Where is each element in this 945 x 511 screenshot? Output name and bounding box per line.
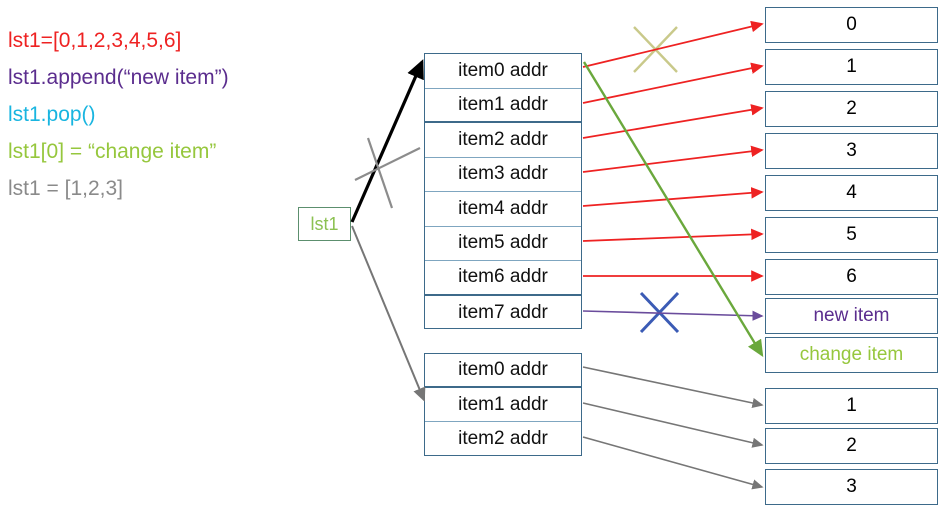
table-row: item0 addr xyxy=(425,354,581,388)
arrow-item5-to-value5 xyxy=(582,228,764,242)
value-box-label: 3 xyxy=(846,140,857,161)
table-row: item4 addr xyxy=(425,192,581,227)
value-box-new-item: new item xyxy=(765,298,938,334)
arrow-item0-to-change-item xyxy=(582,61,764,358)
value-box-label: 1 xyxy=(846,395,857,416)
value-box-change-item: change item xyxy=(765,337,938,373)
value-box-label: 2 xyxy=(846,98,857,119)
grey-x-mark xyxy=(354,137,421,209)
value-box-label: 2 xyxy=(846,435,857,456)
pointer-table-primary: item0 addr item1 addr item2 addr item3 a… xyxy=(424,53,582,329)
table-row: item0 addr xyxy=(425,54,581,89)
value-box: 3 xyxy=(765,469,938,505)
arrow-item0b-to-value1 xyxy=(582,366,764,409)
code-line-reassign: lst1 = [1,2,3] xyxy=(8,177,123,200)
value-box: 2 xyxy=(765,91,938,127)
arrow-item1b-to-value2 xyxy=(582,402,764,448)
value-box: 6 xyxy=(765,259,938,295)
arrow-item0-to-value0 xyxy=(582,20,764,68)
value-box-label: 6 xyxy=(846,266,857,287)
value-box-label: new item xyxy=(813,305,890,326)
table-row: item5 addr xyxy=(425,227,581,261)
arrow-lst1-to-secondary-table xyxy=(351,225,426,402)
arrow-item7-to-new-item xyxy=(582,310,764,321)
code-snippet-list: lst1=[0,1,2,3,4,5,6] lst1.append(“new it… xyxy=(8,22,328,207)
arrow-item2b-to-value3 xyxy=(582,436,764,490)
code-line-append: lst1.append(“new item”) xyxy=(8,66,229,89)
value-box-label: change item xyxy=(799,344,904,365)
value-box-label: 4 xyxy=(846,182,857,203)
arrow-lst1-to-primary-table xyxy=(350,59,424,223)
code-line-assign: lst1=[0,1,2,3,4,5,6] xyxy=(8,29,182,52)
diagram-canvas: lst1=[0,1,2,3,4,5,6] lst1.append(“new it… xyxy=(0,0,945,511)
value-box: 4 xyxy=(765,175,938,211)
value-box-label: 3 xyxy=(846,476,857,497)
code-line-pop: lst1.pop() xyxy=(8,103,96,126)
arrow-item1-to-value1 xyxy=(582,62,764,104)
khaki-x-mark xyxy=(633,26,678,73)
table-row: item2 addr xyxy=(425,123,581,158)
table-row: item2 addr xyxy=(458,427,548,449)
value-box: 3 xyxy=(765,133,938,169)
blue-x-mark xyxy=(639,291,680,334)
pointer-table-secondary: item0 addr item1 addr item2 addr xyxy=(424,353,582,456)
table-row: item1 addr xyxy=(425,388,581,422)
variable-label: lst1 xyxy=(310,213,339,234)
value-box-label: 5 xyxy=(846,224,857,245)
value-box: 5 xyxy=(765,217,938,253)
value-box: 1 xyxy=(765,49,938,85)
value-box-label: 1 xyxy=(846,56,857,77)
table-row: item1 addr xyxy=(425,89,581,123)
value-box: 1 xyxy=(765,388,938,424)
arrow-item4-to-value4 xyxy=(582,187,764,207)
table-row: item3 addr xyxy=(425,158,581,192)
value-box-label: 0 xyxy=(846,14,857,35)
value-box: 2 xyxy=(765,428,938,464)
code-line-setitem: lst1[0] = “change item” xyxy=(8,140,217,163)
table-row: item6 addr xyxy=(425,261,581,296)
variable-box-lst1: lst1 xyxy=(298,207,351,241)
arrow-item2-to-value2 xyxy=(582,104,764,139)
value-box: 0 xyxy=(765,7,938,43)
table-row: item7 addr xyxy=(458,301,548,323)
arrow-item3-to-value3 xyxy=(582,145,764,173)
